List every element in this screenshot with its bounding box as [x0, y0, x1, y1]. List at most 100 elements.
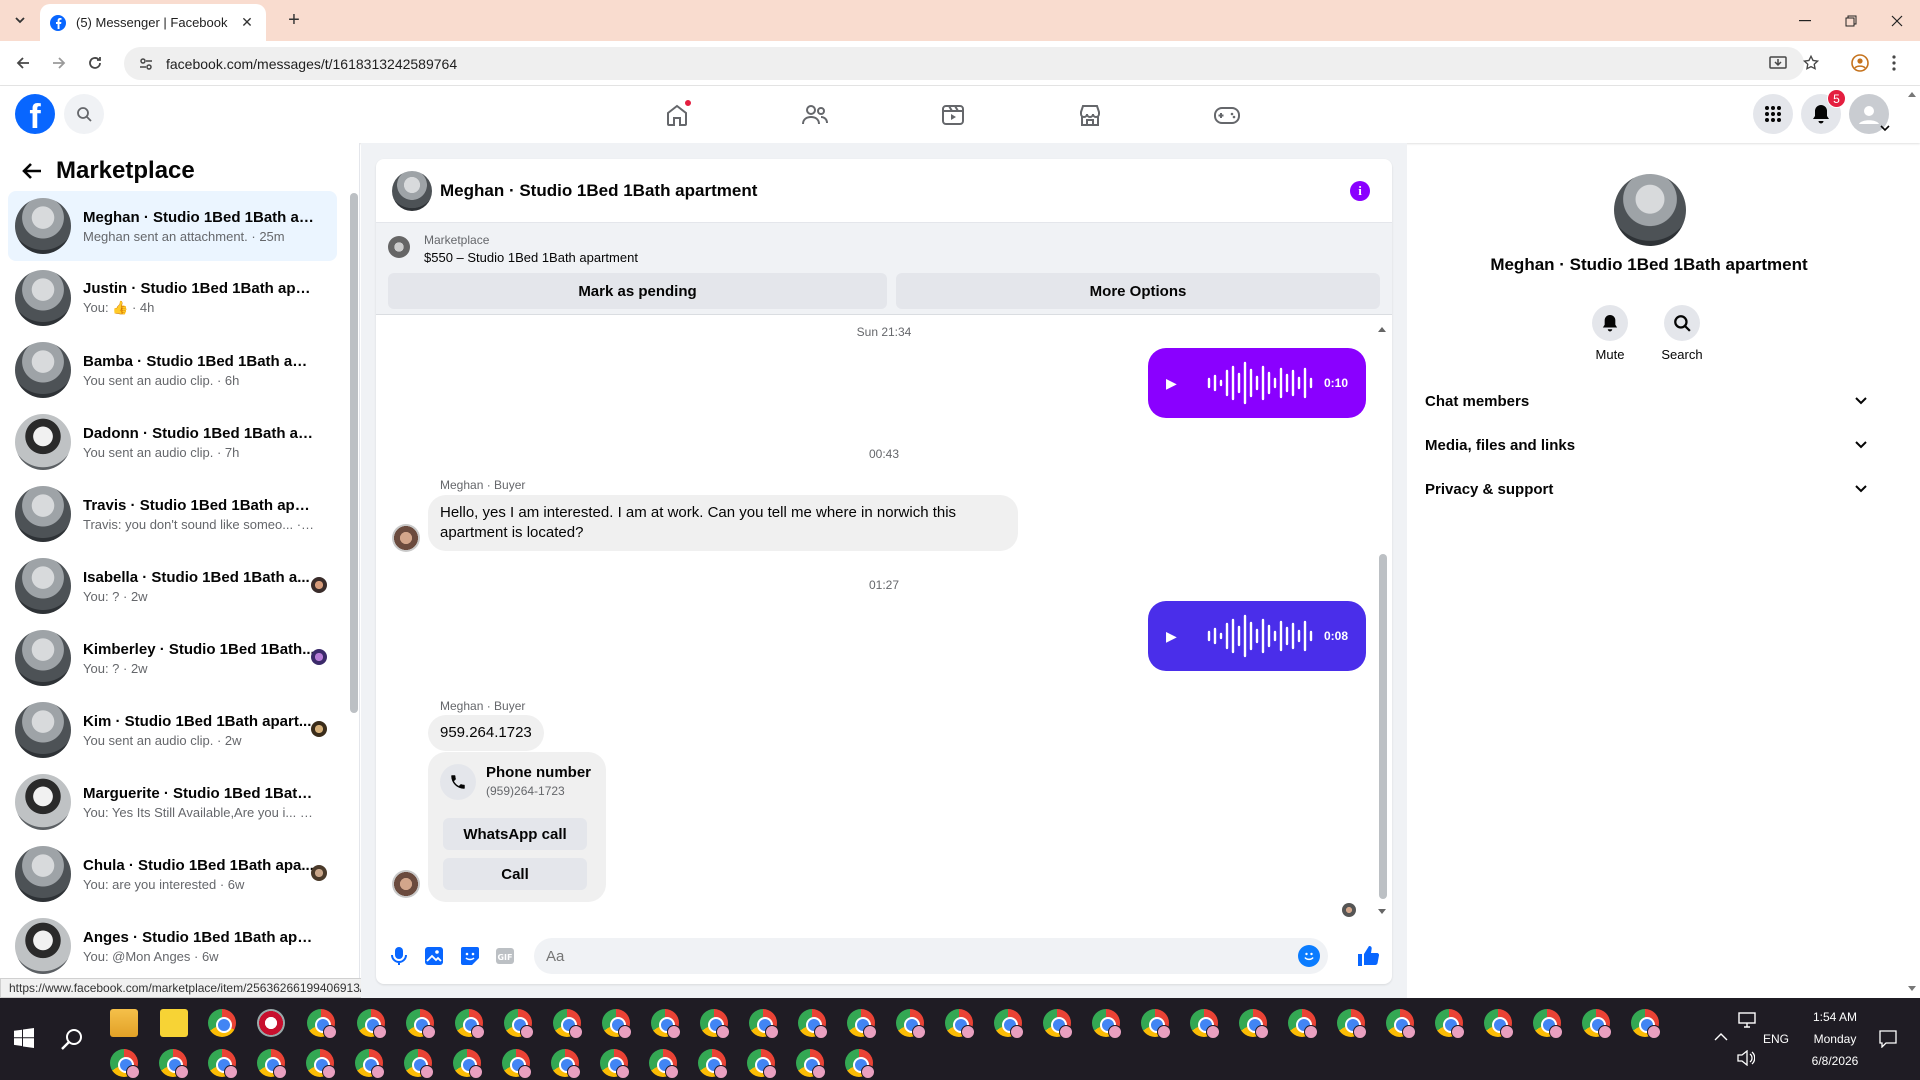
clock-day[interactable]: Monday	[1806, 1032, 1864, 1046]
minimize-button[interactable]	[1782, 0, 1828, 41]
forward-button[interactable]	[45, 49, 73, 77]
chrome-profile-icon[interactable]	[357, 1009, 387, 1039]
photo-icon[interactable]	[423, 945, 445, 967]
chrome-profile-icon[interactable]	[600, 1049, 630, 1079]
privacy-support-section[interactable]: Privacy & support	[1425, 467, 1875, 511]
mark-pending-button[interactable]: Mark as pending	[388, 273, 887, 309]
conversation-item-anges[interactable]: Anges · Studio 1Bed 1Bath apart... You: @…	[8, 911, 337, 981]
account-chevron-icon[interactable]	[1880, 124, 1890, 132]
site-info-icon[interactable]	[136, 54, 156, 74]
chrome-profile-icon[interactable]	[700, 1009, 730, 1039]
emoji-icon[interactable]	[1298, 945, 1320, 967]
chrome-profile-icon[interactable]	[159, 1049, 189, 1079]
nav-friends[interactable]	[759, 92, 871, 138]
chrome-profile-icon[interactable]	[845, 1049, 875, 1079]
scroll-up-icon[interactable]	[1377, 325, 1387, 333]
chat-title[interactable]: Meghan · Studio 1Bed 1Bath apartment	[440, 181, 757, 201]
nav-gaming[interactable]	[1171, 92, 1283, 138]
conversation-item-justin[interactable]: Justin · Studio 1Bed 1Bath apart... You: …	[8, 263, 337, 333]
address-bar[interactable]: facebook.com/messages/t/1618313242589764	[124, 47, 1804, 80]
page-scroll-up-icon[interactable]	[1907, 90, 1917, 98]
bookmark-star-icon[interactable]	[1797, 49, 1825, 77]
conversation-item-travis[interactable]: Travis · Studio 1Bed 1Bath apart... Travi…	[8, 479, 337, 549]
chrome-profile-icon[interactable]	[1190, 1009, 1220, 1039]
chrome-profile-icon[interactable]	[749, 1009, 779, 1039]
facebook-search-button[interactable]	[64, 94, 104, 134]
bell-icon[interactable]	[1592, 305, 1628, 341]
nav-home[interactable]	[621, 92, 733, 138]
chrome-profile-icon[interactable]	[307, 1009, 337, 1039]
marketplace-banner[interactable]: Marketplace $550 – Studio 1Bed 1Bath apa…	[376, 223, 1392, 315]
app-icon[interactable]	[257, 1009, 285, 1037]
microphone-icon[interactable]	[388, 945, 410, 967]
chrome-profile-icon[interactable]	[257, 1049, 287, 1079]
more-options-button[interactable]: More Options	[896, 273, 1380, 309]
chrome-profile-icon[interactable]	[796, 1049, 826, 1079]
page-scroll-down-icon[interactable]	[1907, 985, 1917, 993]
chrome-profile-icon[interactable]	[553, 1009, 583, 1039]
call-button[interactable]: Call	[443, 858, 587, 890]
chrome-profile-icon[interactable]	[1582, 1009, 1612, 1039]
facebook-logo-icon[interactable]: f	[15, 94, 55, 134]
chrome-profile-icon[interactable]	[406, 1009, 436, 1039]
chrome-profile-icon[interactable]	[945, 1009, 975, 1039]
chrome-profile-icon[interactable]	[208, 1049, 238, 1079]
tab-search-dropdown[interactable]	[8, 8, 32, 32]
file-explorer-icon[interactable]	[110, 1009, 138, 1037]
chrome-profile-icon[interactable]	[551, 1049, 581, 1079]
conversation-item-bamba[interactable]: Bamba · Studio 1Bed 1Bath apart... You se…	[8, 335, 337, 405]
conversation-avatar[interactable]	[1614, 174, 1686, 246]
chrome-profile-icon[interactable]	[1141, 1009, 1171, 1039]
whatsapp-call-button[interactable]: WhatsApp call	[443, 818, 587, 850]
info-icon[interactable]: i	[1350, 181, 1370, 201]
media-files-section[interactable]: Media, files and links	[1425, 423, 1875, 467]
chrome-profile-icon[interactable]	[502, 1049, 532, 1079]
chrome-profile-icon[interactable]	[798, 1009, 828, 1039]
chrome-profile-icon[interactable]	[1092, 1009, 1122, 1039]
chat-members-section[interactable]: Chat members	[1425, 379, 1875, 423]
play-icon[interactable]: ▶	[1166, 628, 1186, 645]
audio-message[interactable]: ▶ 0:08	[1148, 601, 1366, 671]
chrome-profile-icon[interactable]	[1484, 1009, 1514, 1039]
sticker-icon[interactable]	[459, 945, 481, 967]
thumbs-up-icon[interactable]	[1357, 945, 1379, 967]
chrome-icon[interactable]	[208, 1009, 236, 1037]
gif-icon[interactable]: GIF	[494, 945, 516, 967]
browser-tab[interactable]: (5) Messenger | Facebook ✕	[40, 4, 266, 41]
chrome-profile-icon[interactable]	[306, 1049, 336, 1079]
chrome-profile-icon[interactable]	[1337, 1009, 1367, 1039]
search-action[interactable]: Search	[1652, 305, 1712, 362]
chrome-profile-icon[interactable]	[110, 1049, 140, 1079]
chrome-profile-icon[interactable]	[649, 1049, 679, 1079]
sticky-notes-icon[interactable]	[160, 1009, 188, 1037]
chrome-profile-icon[interactable]	[1435, 1009, 1465, 1039]
chrome-profile-icon[interactable]	[453, 1049, 483, 1079]
restore-button[interactable]	[1828, 0, 1874, 41]
chrome-profile-icon[interactable]	[504, 1009, 534, 1039]
chrome-profile-icon[interactable]	[1631, 1009, 1661, 1039]
conversation-item-kimberley[interactable]: Kimberley · Studio 1Bed 1Bath... You: ? ·…	[8, 623, 337, 693]
conversation-item-marguerite[interactable]: Marguerite · Studio 1Bed 1Bath a... You: …	[8, 767, 337, 837]
message-input[interactable]	[534, 938, 1254, 974]
conversation-item-chula[interactable]: Chula · Studio 1Bed 1Bath apa... You: are…	[8, 839, 337, 909]
close-tab-icon[interactable]: ✕	[238, 14, 256, 32]
chrome-profile-icon[interactable]	[994, 1009, 1024, 1039]
chrome-profile-icon[interactable]	[355, 1049, 385, 1079]
conversation-item-dadonn[interactable]: Dadonn · Studio 1Bed 1Bath apa... You sen…	[8, 407, 337, 477]
conversation-item-isabella[interactable]: Isabella · Studio 1Bed 1Bath a... You: ? …	[8, 551, 337, 621]
back-arrow-button[interactable]	[16, 155, 48, 187]
chat-scrollbar[interactable]	[1379, 554, 1387, 899]
chevron-up-icon[interactable]	[1714, 1032, 1728, 1042]
chrome-profile-icon[interactable]	[455, 1009, 485, 1039]
chrome-profile-icon[interactable]	[651, 1009, 681, 1039]
chrome-profile-icon[interactable]	[1288, 1009, 1318, 1039]
nav-marketplace[interactable]	[1034, 92, 1146, 138]
install-app-icon[interactable]	[1764, 49, 1792, 77]
conversation-item-kim[interactable]: Kim · Studio 1Bed 1Bath apart... You sent…	[8, 695, 337, 765]
chrome-profile-icon[interactable]	[896, 1009, 926, 1039]
reload-button[interactable]	[81, 49, 109, 77]
clock-date[interactable]: 6/8/2026	[1806, 1054, 1864, 1068]
chrome-profile-icon[interactable]	[1043, 1009, 1073, 1039]
profile-icon[interactable]	[1846, 49, 1874, 77]
clock-time[interactable]: 1:54 AM	[1806, 1010, 1864, 1024]
